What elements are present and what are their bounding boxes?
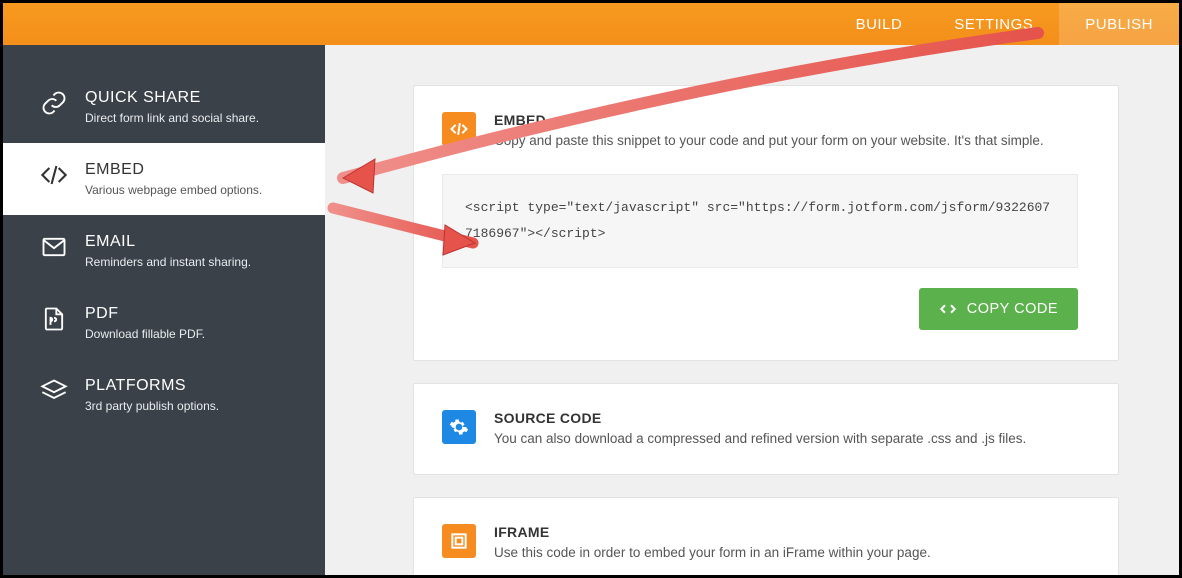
card-title: SOURCE CODE — [494, 410, 1026, 426]
gear-icon — [442, 410, 476, 444]
sidebar-item-quick-share[interactable]: QUICK SHARE Direct form link and social … — [3, 71, 325, 143]
embed-code-box[interactable]: <script type="text/javascript" src="http… — [442, 174, 1078, 268]
embed-card: EMBED Copy and paste this snippet to you… — [413, 85, 1119, 361]
copy-code-button[interactable]: COPY CODE — [919, 288, 1078, 330]
mail-icon — [37, 233, 71, 261]
sidebar-item-label: PDF — [85, 305, 205, 323]
tab-publish[interactable]: PUBLISH — [1059, 3, 1179, 45]
sidebar-item-sub: 3rd party publish options. — [85, 399, 219, 413]
sidebar-item-sub: Reminders and instant sharing. — [85, 255, 251, 269]
card-desc: Use this code in order to embed your for… — [494, 544, 931, 562]
card-title: IFRAME — [494, 524, 931, 540]
tab-build[interactable]: BUILD — [830, 3, 929, 45]
code-icon — [442, 112, 476, 146]
link-icon — [37, 89, 71, 117]
sidebar-item-sub: Direct form link and social share. — [85, 111, 259, 125]
source-code-card[interactable]: SOURCE CODE You can also download a comp… — [413, 383, 1119, 475]
layers-icon — [37, 377, 71, 405]
code-icon — [939, 300, 957, 318]
sidebar-item-label: PLATFORMS — [85, 377, 219, 395]
card-title: EMBED — [494, 112, 1044, 128]
sidebar-item-label: EMBED — [85, 161, 262, 179]
sidebar-item-label: EMAIL — [85, 233, 251, 251]
card-desc: Copy and paste this snippet to your code… — [494, 132, 1044, 150]
content-area: EMBED Copy and paste this snippet to you… — [325, 45, 1179, 575]
frame-icon — [442, 524, 476, 558]
copy-code-label: COPY CODE — [967, 301, 1058, 317]
sidebar-item-sub: Various webpage embed options. — [85, 183, 262, 197]
sidebar-item-label: QUICK SHARE — [85, 89, 259, 107]
pdf-icon — [37, 305, 71, 333]
publish-sidebar: QUICK SHARE Direct form link and social … — [3, 45, 325, 575]
sidebar-item-embed[interactable]: EMBED Various webpage embed options. — [3, 143, 325, 215]
sidebar-item-email[interactable]: EMAIL Reminders and instant sharing. — [3, 215, 325, 287]
sidebar-item-sub: Download fillable PDF. — [85, 327, 205, 341]
sidebar-item-platforms[interactable]: PLATFORMS 3rd party publish options. — [3, 359, 325, 431]
card-desc: You can also download a compressed and r… — [494, 430, 1026, 448]
top-nav: BUILD SETTINGS PUBLISH — [3, 3, 1179, 45]
iframe-card[interactable]: IFRAME Use this code in order to embed y… — [413, 497, 1119, 575]
sidebar-item-pdf[interactable]: PDF Download fillable PDF. — [3, 287, 325, 359]
tab-settings[interactable]: SETTINGS — [928, 3, 1059, 45]
code-icon — [37, 161, 71, 189]
